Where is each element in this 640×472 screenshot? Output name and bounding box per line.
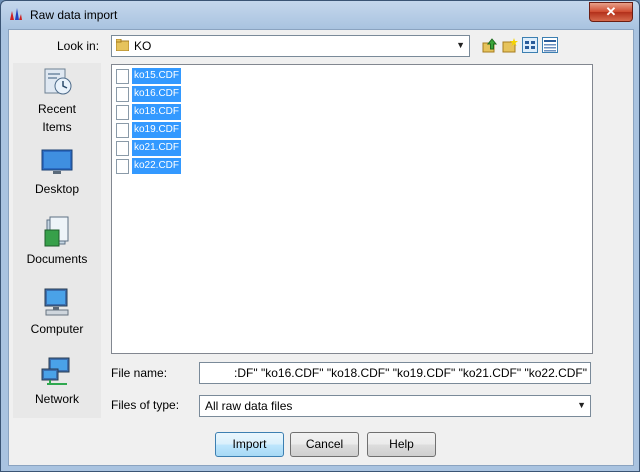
list-item[interactable]: ko22.CDF	[116, 158, 182, 174]
look-in-value: KO	[134, 39, 152, 53]
file-name: ko21.CDF	[132, 140, 182, 156]
list-item[interactable]: ko18.CDF	[116, 104, 182, 120]
place-label-line: Desktop	[34, 182, 80, 196]
place-label-line: Computer	[30, 322, 84, 336]
new-folder-icon[interactable]	[502, 37, 518, 53]
app-icon	[10, 8, 22, 20]
place-label-line: Items	[42, 120, 72, 134]
desktop-icon	[41, 149, 73, 174]
look-in-dropdown[interactable]: KO ▼	[111, 35, 470, 57]
list-item[interactable]: ko15.CDF	[116, 68, 182, 84]
look-in-label: Look in:	[57, 39, 100, 53]
file-name: ko22.CDF	[132, 158, 182, 174]
file-name-value: :DF" "ko16.CDF" "ko18.CDF" "ko19.CDF" "k…	[234, 366, 587, 380]
up-folder-icon[interactable]	[482, 37, 498, 53]
recent-items-icon	[44, 68, 72, 95]
file-icon	[116, 141, 129, 156]
list-item[interactable]: ko19.CDF	[116, 122, 182, 138]
file-icon	[116, 105, 129, 120]
list-view-icon[interactable]	[522, 37, 538, 53]
list-item[interactable]: ko16.CDF	[116, 86, 182, 102]
file-list[interactable]: ko15.CDF ko16.CDF ko18.CDF ko19.CDF ko21…	[111, 64, 593, 354]
place-network[interactable]: Network	[13, 356, 101, 408]
cancel-button[interactable]: Cancel	[290, 432, 359, 457]
place-label-line: Recent	[37, 102, 77, 116]
chevron-down-icon: ▼	[577, 400, 586, 410]
file-type-value: All raw data files	[205, 399, 293, 413]
documents-icon	[44, 216, 69, 247]
file-type-label: Files of type:	[111, 398, 180, 412]
place-documents[interactable]: Documents	[13, 216, 101, 268]
place-computer[interactable]: Computer	[13, 286, 101, 338]
details-view-icon[interactable]	[542, 37, 558, 53]
window-title: Raw data import	[30, 8, 118, 22]
import-button[interactable]: Import	[215, 432, 284, 457]
folder-icon	[116, 39, 129, 51]
close-icon: ✕	[605, 4, 617, 19]
computer-icon	[44, 288, 69, 316]
file-name-label: File name:	[111, 366, 168, 380]
place-desktop[interactable]: Desktop	[13, 146, 101, 198]
list-item[interactable]: ko21.CDF	[116, 140, 182, 156]
place-recent-items[interactable]: Recent Items	[13, 66, 101, 136]
chevron-down-icon: ▼	[456, 40, 465, 50]
file-icon	[116, 159, 129, 174]
help-button[interactable]: Help	[367, 432, 436, 457]
file-icon	[116, 69, 129, 84]
close-button[interactable]: ✕	[589, 2, 633, 22]
title-bar[interactable]: Raw data import ✕	[1, 1, 639, 29]
file-name: ko16.CDF	[132, 86, 182, 102]
file-icon	[116, 87, 129, 102]
place-label-line: Documents	[26, 252, 88, 266]
file-name: ko15.CDF	[132, 68, 182, 84]
file-name-field[interactable]: :DF" "ko16.CDF" "ko18.CDF" "ko19.CDF" "k…	[199, 362, 591, 384]
file-type-dropdown[interactable]: All raw data files ▼	[199, 395, 591, 417]
place-label-line: Network	[34, 392, 79, 406]
network-icon	[41, 357, 70, 385]
file-name: ko19.CDF	[132, 122, 182, 138]
file-icon	[116, 123, 129, 138]
file-name: ko18.CDF	[132, 104, 182, 120]
